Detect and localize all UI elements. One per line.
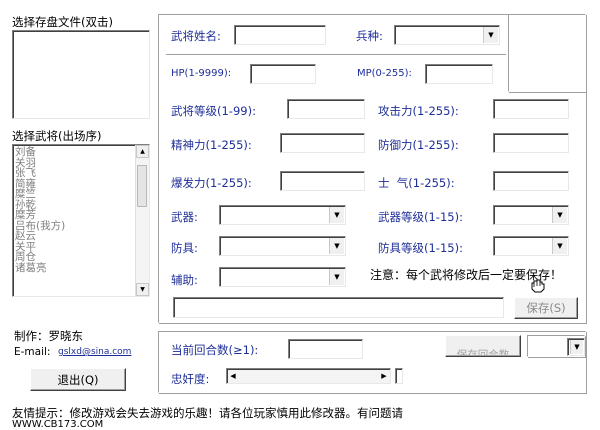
round-input[interactable] [288,339,363,359]
weapon-label: 武器: [171,210,198,224]
generals-list-title: 选择武将(出场序) [12,129,102,143]
round-label: 当前回合数(≥1): [171,343,259,357]
defense-input[interactable] [493,133,569,153]
scroll-left-icon[interactable]: ◀ [228,370,238,382]
save-file-list[interactable] [12,30,150,119]
memo-input[interactable] [173,297,504,318]
aux-select[interactable]: ▼ [219,267,346,287]
exit-button[interactable]: 退出(Q) [30,368,126,391]
footer-url[interactable]: WWW.CB173.COM [12,419,103,430]
scroll-right-icon[interactable]: ▶ [379,370,389,382]
aux-label: 辅助: [171,273,198,287]
loyalty-value-box [395,368,403,384]
save-file-list-title: 选择存盘文件(双击) [12,15,113,29]
spirit-input[interactable] [280,133,365,153]
generals-list[interactable]: 刘备 关羽 张飞 简雍 糜竺 孙乾 糜芳 吕布(我方) 赵云 关平 周仓 诸葛亮 ▲ ▼ [12,144,150,297]
weapon-select[interactable]: ▼ [219,205,346,225]
chevron-down-icon[interactable]: ▼ [329,238,344,254]
troop-label: 兵种: [356,29,383,43]
armor-label: 防具: [171,241,198,255]
chevron-down-icon[interactable]: ▼ [483,27,498,43]
chevron-down-icon[interactable]: ▼ [329,207,344,223]
list-item[interactable]: 赵云 [13,231,149,242]
hp-label: HP(1-9999): [171,68,232,79]
email-label: E-mail: [14,346,51,358]
save-button[interactable]: 保存(S) [514,297,578,319]
list-item[interactable]: 刘备 [13,147,149,158]
list-item[interactable]: 诸葛亮 [13,262,149,274]
attack-label: 攻击力(1-255): [378,104,459,118]
scroll-down-icon[interactable]: ▼ [136,283,149,296]
weapon-level-label: 武器等级(1-15): [378,210,463,224]
burst-label: 爆发力(1-255): [171,176,252,190]
chevron-down-icon[interactable]: ▼ [552,238,567,254]
mp-label: MP(0-255): [357,68,412,79]
attack-input[interactable] [493,99,569,119]
scroll-thumb[interactable] [137,165,147,207]
name-input[interactable] [234,25,326,45]
maker-label: 制作：罗晓东 [14,329,83,343]
dropdown-stub[interactable]: ▼ [567,338,585,356]
generals-list-scrollbar[interactable]: ▲ ▼ [135,145,149,296]
chevron-down-icon[interactable]: ▼ [570,340,583,354]
divider [166,54,506,55]
save-round-button-label: 保存回合数 [456,349,510,357]
level-label: 武将等级(1-99): [171,104,256,118]
spirit-label: 精神力(1-255): [171,138,252,152]
chevron-down-icon[interactable]: ▼ [552,207,567,223]
troop-select[interactable]: ▼ [394,25,500,45]
chevron-down-icon[interactable]: ▼ [329,269,344,285]
defense-label: 防御力(1-255): [378,138,459,152]
portrait-frame [508,14,586,92]
morale-label: 士 气(1-255): [378,176,455,190]
mp-input[interactable] [425,64,493,84]
email-link[interactable]: gslxd@sina.com [58,347,131,357]
loyalty-slider[interactable]: ◀ ▶ [226,368,391,384]
burst-input[interactable] [280,171,365,191]
name-label: 武将姓名: [171,29,221,43]
armor-select[interactable]: ▼ [219,236,346,256]
armor-level-label: 防具等级(1-15): [378,241,463,255]
list-item[interactable]: 糜竺 [13,189,149,200]
hand-cursor-icon [529,278,547,297]
list-item[interactable]: 周仓 [13,252,149,263]
loyalty-label: 忠奸度: [171,372,210,386]
level-input[interactable] [287,99,365,119]
scroll-up-icon[interactable]: ▲ [136,145,149,158]
list-item[interactable]: 糜芳 [13,210,149,221]
weapon-level-select[interactable]: ▼ [493,205,569,225]
save-round-button[interactable]: 保存回合数 [445,335,521,357]
morale-input[interactable] [493,171,569,191]
armor-level-select[interactable]: ▼ [493,236,569,256]
hp-input[interactable] [250,64,316,84]
list-item[interactable]: 张飞 [13,168,149,179]
